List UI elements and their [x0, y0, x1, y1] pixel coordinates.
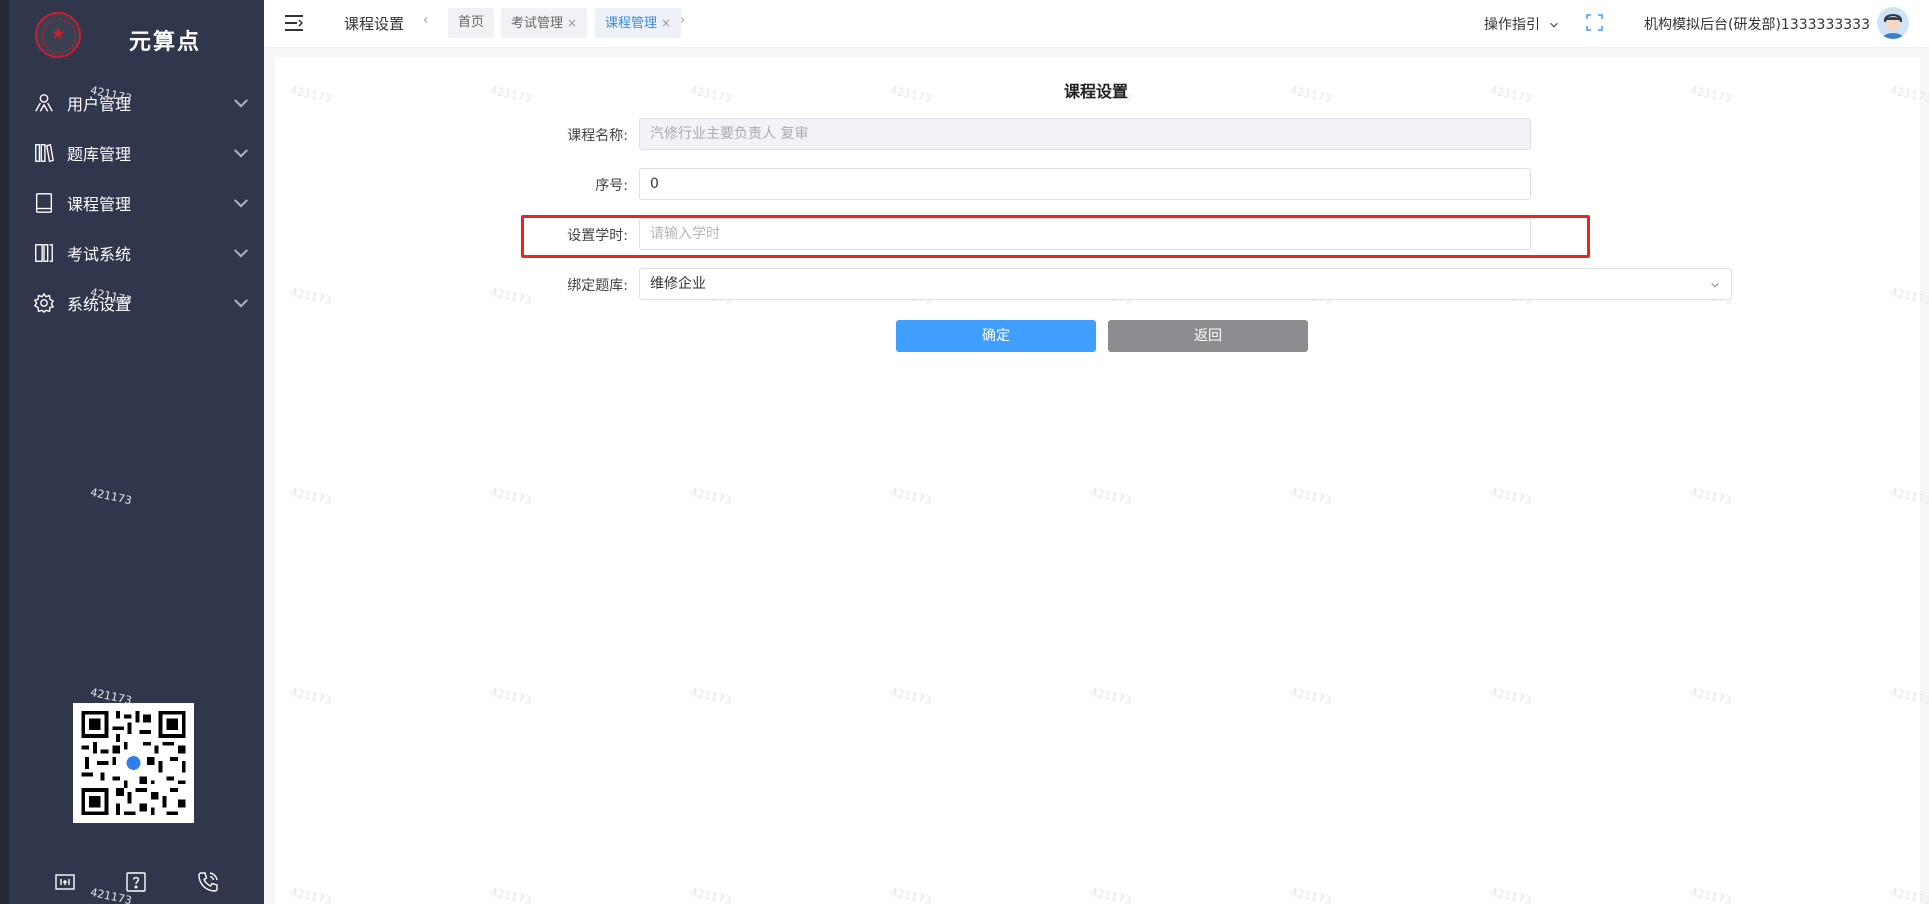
operation-guide-dropdown[interactable]: 操作指引: [1484, 14, 1560, 34]
chevron-down-icon: [233, 299, 249, 308]
sequence-input[interactable]: [639, 168, 1531, 200]
book-icon: [35, 193, 53, 213]
sidebar: 元算点 用户管理 题库管理 课程管理 考试系统: [9, 0, 264, 904]
exam-icon: [35, 244, 53, 262]
sidebar-item-label: 考试系统: [67, 245, 132, 264]
users-icon: [35, 94, 53, 112]
sidebar-item-course-management[interactable]: 课程管理: [9, 178, 264, 228]
top-header: 课程设置 ‹ 首页 考试管理 × 课程管理 × › 操作指引 机构模拟后台(研发部)…: [264, 0, 1929, 48]
sidebar-item-user-management[interactable]: 用户管理: [9, 78, 264, 128]
bind-bank-select[interactable]: 维修企业: [639, 268, 1732, 300]
tabs-prev-icon[interactable]: ‹: [423, 13, 428, 28]
tab-label: 首页: [458, 15, 485, 30]
sidebar-item-label: 课程管理: [67, 195, 132, 214]
confirm-button[interactable]: 确定: [896, 320, 1096, 352]
help-icon[interactable]: [124, 870, 148, 894]
chevron-down-icon: [233, 99, 249, 108]
tab-course-management[interactable]: 课程管理 ×: [595, 8, 682, 38]
hours-label: 设置学时:: [567, 228, 628, 244]
sidebar-item-exam-system[interactable]: 考试系统: [9, 228, 264, 278]
tab-label: 课程管理: [605, 16, 658, 31]
menu-fold-icon[interactable]: [284, 14, 304, 32]
qr-code: [73, 703, 194, 823]
brand-name: 元算点: [129, 30, 202, 55]
phone-icon[interactable]: [196, 870, 220, 894]
form-title: 课程设置: [1064, 82, 1129, 101]
sidebar-item-label: 系统设置: [67, 295, 132, 314]
tab-exam-management[interactable]: 考试管理 ×: [501, 8, 588, 38]
qr-code-icon: [77, 707, 190, 819]
fullscreen-icon[interactable]: [1586, 14, 1603, 31]
sequence-label: 序号:: [595, 178, 628, 194]
gear-icon: [33, 292, 55, 314]
user-account-name[interactable]: 机构模拟后台(研发部)1333333333: [1644, 14, 1870, 34]
sidebar-item-label: 用户管理: [67, 95, 132, 114]
chevron-down-icon: [1711, 282, 1719, 288]
logo: [35, 12, 81, 58]
sidebar-item-system-settings[interactable]: 系统设置: [9, 278, 264, 328]
sidebar-item-label: 题库管理: [67, 145, 132, 164]
tab-label: 考试管理: [511, 16, 564, 31]
course-name-label: 课程名称:: [567, 128, 628, 144]
chevron-down-icon: [1550, 22, 1559, 28]
sidebar-menu: 用户管理 题库管理 课程管理 考试系统 系统设置: [9, 78, 264, 328]
hours-input[interactable]: [639, 218, 1531, 250]
close-icon[interactable]: ×: [661, 16, 671, 30]
books-icon: [35, 143, 54, 163]
course-name-field: 汽修行业主要负责人 复审: [639, 118, 1531, 150]
back-button[interactable]: 返回: [1108, 320, 1308, 352]
operation-guide-label: 操作指引: [1484, 17, 1540, 33]
bind-bank-label: 绑定题库:: [567, 278, 628, 294]
seal-logo-icon: [35, 12, 81, 58]
board-icon[interactable]: [53, 870, 77, 894]
window-edge-strip: [0, 0, 9, 904]
sidebar-item-question-bank[interactable]: 题库管理: [9, 128, 264, 178]
chevron-down-icon: [233, 199, 249, 208]
bind-bank-selected-value: 维修企业: [650, 276, 706, 292]
tabs-next-icon[interactable]: ›: [680, 13, 685, 28]
chevron-down-icon: [233, 149, 249, 158]
avatar[interactable]: [1877, 7, 1909, 39]
page-title: 课程设置: [344, 15, 405, 33]
sidebar-footer: [9, 870, 264, 894]
tab-home[interactable]: 首页: [448, 8, 495, 38]
close-icon[interactable]: ×: [567, 16, 577, 30]
chevron-down-icon: [233, 249, 249, 258]
